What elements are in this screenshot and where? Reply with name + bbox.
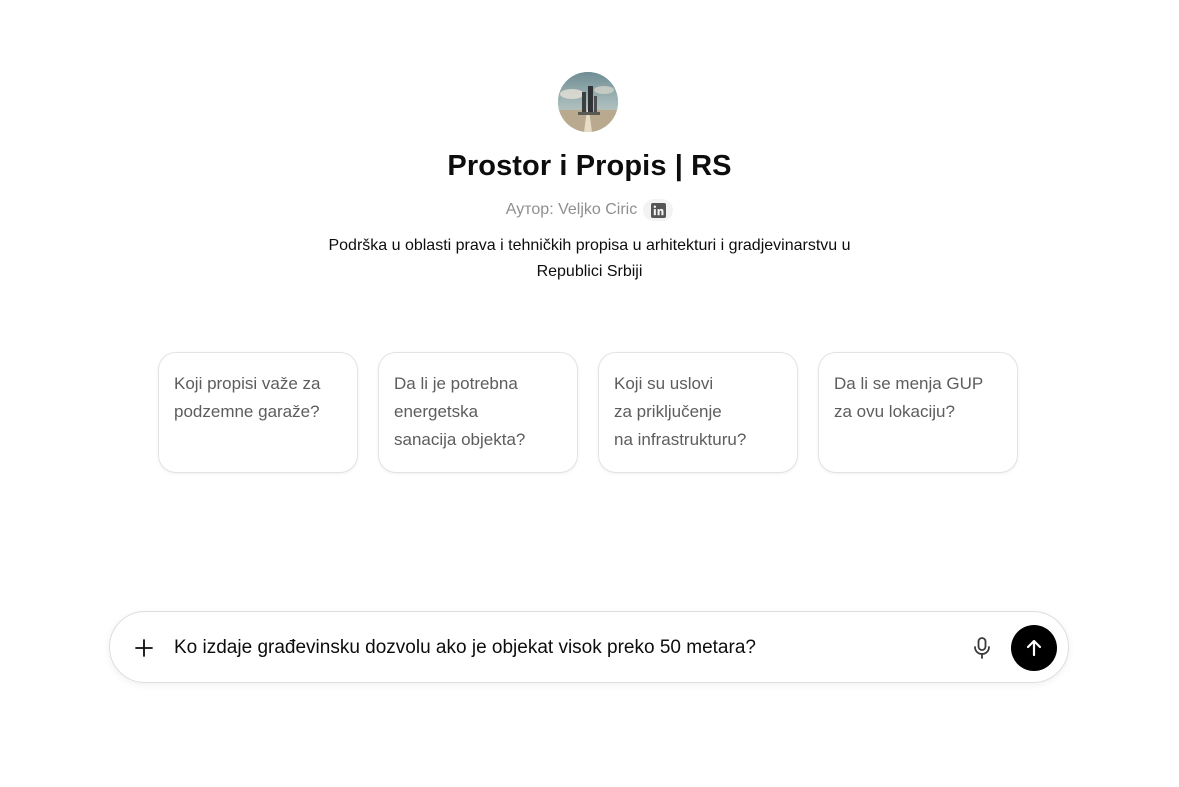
gpt-avatar	[558, 72, 618, 132]
gpt-title: Prostor i Propis | RS	[447, 150, 732, 182]
landscape-avatar-icon	[558, 72, 618, 132]
suggestion-card[interactable]: Koji su uslovi za priključenje na infras…	[598, 352, 798, 473]
plus-icon	[135, 639, 153, 657]
suggestion-card[interactable]: Da li se menja GUP za ovu lokaciju?	[818, 352, 1018, 473]
linkedin-button[interactable]	[643, 199, 674, 221]
gpt-description: Podrška u oblasti prava i tehničkih prop…	[328, 237, 851, 280]
dictate-button[interactable]	[970, 635, 994, 661]
suggestion-card[interactable]: Da li je potrebna energetska sanacija ob…	[378, 352, 578, 473]
suggestion-card[interactable]: Koji propisi važe za podzemne garaže?	[158, 352, 358, 473]
send-button[interactable]	[1011, 625, 1057, 671]
microphone-icon	[974, 637, 990, 659]
message-composer	[109, 611, 1069, 683]
arrow-up-icon	[1026, 639, 1042, 657]
attach-button[interactable]	[130, 634, 158, 662]
linkedin-icon	[650, 202, 666, 218]
message-input[interactable]	[174, 633, 954, 663]
author-row: Аутор: Veljko Ciric	[0, 199, 1179, 221]
author-label: Аутор: Veljko Ciric	[505, 201, 638, 218]
suggestion-cards: Koji propisi važe za podzemne garaže? Da…	[158, 352, 1018, 473]
